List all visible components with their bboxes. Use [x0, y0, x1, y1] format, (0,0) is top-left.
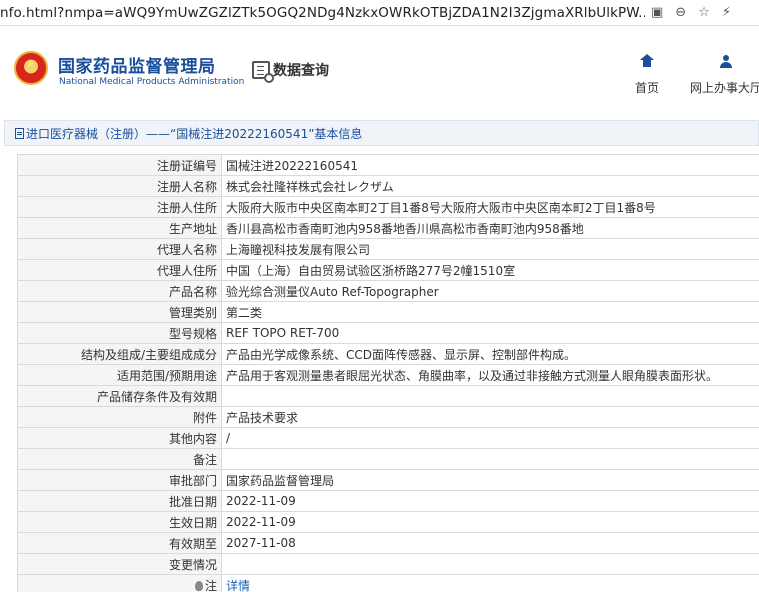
detail-row: 生效日期 2022-11-09 [17, 511, 759, 533]
detail-row: 注册人名称 株式会社隆祥株式会社レクザム [17, 175, 759, 197]
note-label: 注 [204, 578, 217, 592]
note-row: 注详情 [17, 574, 759, 592]
detail-label: 变更情况 [17, 553, 222, 575]
url-text[interactable]: nfo.html?nmpa=aWQ9YmUwZGZlZTk5OGQ2NDg4Nz… [0, 5, 645, 21]
detail-label: 产品储存条件及有效期 [17, 385, 222, 407]
detail-row: 结构及组成/主要组成成分 产品由光学成像系统、CCD面阵传感器、显示屏、控制部件构… [17, 343, 759, 365]
detail-value: 产品由光学成像系统、CCD面阵传感器、显示屏、控制部件构成。 [221, 343, 759, 365]
data-query-icon[interactable] [252, 61, 274, 83]
detail-row: 代理人住所 中国（上海）自由贸易试验区浙桥路277号2幢1510室 [17, 259, 759, 281]
details-link[interactable]: 详情 [226, 579, 250, 592]
detail-value: 2022-11-09 [221, 490, 759, 512]
national-emblem-icon [14, 51, 48, 85]
detail-value: 国家药品监督管理局 [221, 469, 759, 491]
note-value: 详情 [221, 574, 759, 592]
data-query-link[interactable]: 数据查询 [273, 60, 329, 80]
detail-label: 结构及组成/主要组成成分 [17, 343, 222, 365]
detail-value [221, 448, 759, 470]
bookmark-star-icon[interactable]: ☆ [698, 6, 710, 19]
detail-row: 注册人住所 大阪府大阪市中央区南本町2丁目1番8号大阪府大阪市中央区南本町2丁目1… [17, 196, 759, 218]
detail-label: 有效期至 [17, 532, 222, 554]
detail-label: 代理人名称 [17, 238, 222, 260]
detail-value: 上海瞳视科技发展有限公司 [221, 238, 759, 260]
browser-address-bar[interactable]: nfo.html?nmpa=aWQ9YmUwZGZlZTk5OGQ2NDg4Nz… [0, 0, 759, 26]
detail-value: 国械注进20222160541 [221, 154, 759, 176]
detail-row: 管理类别 第二类 [17, 301, 759, 323]
detail-label: 生产地址 [17, 217, 222, 239]
detail-label: 管理类别 [17, 301, 222, 323]
detail-value: 2022-11-09 [221, 511, 759, 533]
site-header: 国家药品监督管理局 National Medical Products Admi… [0, 27, 759, 113]
user-icon [720, 55, 732, 68]
lightbulb-icon [194, 580, 203, 591]
detail-value [221, 553, 759, 575]
detail-value: 株式会社隆祥株式会社レクザム [221, 175, 759, 197]
detail-label: 注册证编号 [17, 154, 222, 176]
detail-label: 生效日期 [17, 511, 222, 533]
detail-value [221, 385, 759, 407]
home-icon [640, 54, 654, 68]
breadcrumb: 进口医疗器械（注册）——“国械注进20222160541”基本信息 [4, 120, 759, 146]
zoom-icon[interactable]: ⊖ [675, 6, 686, 19]
detail-row: 其他内容 / [17, 427, 759, 449]
detail-label: 注册人住所 [17, 196, 222, 218]
nav-online-office-label: 网上办事大厅 [689, 81, 759, 95]
detail-row: 产品名称 验光综合测量仪Auto Ref-Topographer [17, 280, 759, 302]
org-name-en: National Medical Products Administration [59, 77, 245, 87]
image-icon[interactable]: ▣ [651, 6, 663, 19]
detail-row: 有效期至 2027-11-08 [17, 532, 759, 554]
detail-value: / [221, 427, 759, 449]
detail-label: 其他内容 [17, 427, 222, 449]
detail-value: REF TOPO RET-700 [221, 322, 759, 344]
note-label-cell: 注 [17, 574, 222, 592]
detail-row: 变更情况 [17, 553, 759, 575]
detail-label: 产品名称 [17, 280, 222, 302]
detail-value: 中国（上海）自由贸易试验区浙桥路277号2幢1510室 [221, 259, 759, 281]
detail-row: 附件 产品技术要求 [17, 406, 759, 428]
detail-row: 审批部门 国家药品监督管理局 [17, 469, 759, 491]
detail-value: 产品技术要求 [221, 406, 759, 428]
detail-value: 产品用于客观测量患者眼屈光状态、角膜曲率，以及通过非接触方式测量人眼角膜表面形状… [221, 364, 759, 386]
detail-value: 香川县高松市香南町池内958番地香川県高松市香南町池内958番地 [221, 217, 759, 239]
document-icon [15, 127, 24, 139]
org-name-cn: 国家药品监督管理局 [58, 57, 216, 77]
detail-label: 审批部门 [17, 469, 222, 491]
detail-label: 附件 [17, 406, 222, 428]
detail-label: 型号规格 [17, 322, 222, 344]
nav-online-office[interactable]: 网上办事大厅 [686, 55, 759, 96]
nav-home-label: 首页 [634, 81, 659, 95]
detail-label: 适用范围/预期用途 [17, 364, 222, 386]
detail-label: 注册人名称 [17, 175, 222, 197]
detail-row: 批准日期 2022-11-09 [17, 490, 759, 512]
detail-value: 第二类 [221, 301, 759, 323]
detail-row: 产品储存条件及有效期 [17, 385, 759, 407]
detail-value: 2027-11-08 [221, 532, 759, 554]
detail-label: 批准日期 [17, 490, 222, 512]
detail-row: 备注 [17, 448, 759, 470]
detail-value: 验光综合测量仪Auto Ref-Topographer [221, 280, 759, 302]
detail-row: 生产地址 香川县高松市香南町池内958番地香川県高松市香南町池内958番地 [17, 217, 759, 239]
detail-row: 注册证编号 国械注进20222160541 [17, 154, 759, 176]
detail-label: 备注 [17, 448, 222, 470]
detail-table: 注册证编号 国械注进20222160541 注册人名称 株式会社隆祥株式会社レクザム注… [17, 154, 759, 592]
detail-label: 代理人住所 [17, 259, 222, 281]
nav-home[interactable]: 首页 [629, 54, 665, 96]
detail-value: 大阪府大阪市中央区南本町2丁目1番8号大阪府大阪市中央区南本町2丁目1番8号 [221, 196, 759, 218]
breadcrumb-text: 进口医疗器械（注册）——“国械注进20222160541”基本信息 [26, 126, 363, 141]
detail-row: 型号规格 REF TOPO RET-700 [17, 322, 759, 344]
extension-icon[interactable]: ⚡ [722, 6, 731, 19]
detail-row: 适用范围/预期用途 产品用于客观测量患者眼屈光状态、角膜曲率，以及通过非接触方式测… [17, 364, 759, 386]
detail-row: 代理人名称 上海瞳视科技发展有限公司 [17, 238, 759, 260]
